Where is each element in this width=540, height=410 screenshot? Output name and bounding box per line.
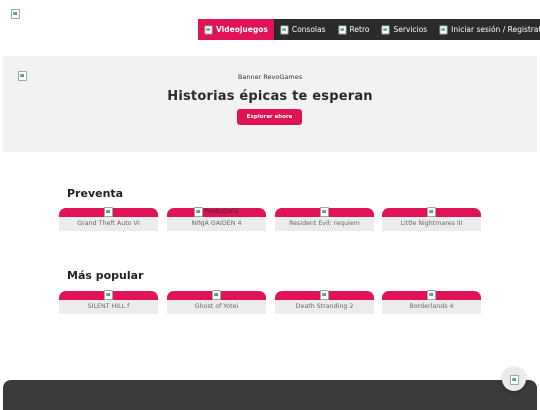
product-image: Producto02 bbox=[167, 207, 266, 217]
product-name: Death Stranding 2 bbox=[275, 300, 374, 314]
product-card[interactable]: SILENT HILL f bbox=[59, 290, 158, 314]
product-image bbox=[382, 290, 481, 300]
section-title-preventa: Preventa bbox=[67, 187, 124, 200]
broken-image-icon bbox=[381, 25, 391, 35]
broken-image-icon bbox=[212, 290, 221, 300]
broken-image-icon bbox=[104, 290, 113, 300]
product-image bbox=[275, 290, 374, 300]
product-card[interactable]: Borderlands 4 bbox=[382, 290, 481, 314]
broken-image-icon bbox=[320, 290, 329, 300]
broken-image-icon bbox=[427, 290, 436, 300]
product-card[interactable]: Resident Evil: requiem bbox=[275, 207, 374, 231]
product-name: Grand Theft Auto VI bbox=[59, 217, 158, 231]
product-card[interactable]: Little Nightmares III bbox=[382, 207, 481, 231]
main-nav: Videojuegos Consolas Retro Servicios Ini… bbox=[198, 19, 540, 40]
nav-item-label: Iniciar sesión / Registrate bbox=[451, 25, 540, 34]
product-name: Little Nightmares III bbox=[382, 217, 481, 231]
nav-item-retro[interactable]: Retro bbox=[332, 19, 376, 40]
product-name: Borderlands 4 bbox=[382, 300, 481, 314]
nav-item-servicios[interactable]: Servicios bbox=[375, 19, 433, 40]
hero-image-alt: Banner RevoGames bbox=[237, 73, 303, 81]
product-image bbox=[167, 290, 266, 300]
product-image-alt: Producto02 bbox=[204, 208, 239, 215]
product-image bbox=[59, 207, 158, 217]
product-image bbox=[275, 207, 374, 217]
product-card[interactable]: Ghost of Yotei bbox=[167, 290, 266, 314]
product-image bbox=[382, 207, 481, 217]
explore-button[interactable]: Explorar ahora bbox=[237, 109, 302, 125]
nav-item-consolas[interactable]: Consolas bbox=[274, 19, 332, 40]
product-name: Ghost of Yotei bbox=[167, 300, 266, 314]
nav-item-label: Videojuegos bbox=[216, 25, 268, 34]
broken-image-icon bbox=[204, 25, 213, 35]
footer bbox=[3, 380, 537, 410]
broken-image-icon bbox=[427, 207, 436, 217]
broken-image-icon bbox=[337, 25, 347, 35]
hero-banner: Banner RevoGames Historias épicas te esp… bbox=[3, 56, 537, 152]
broken-image-icon bbox=[104, 207, 113, 217]
nav-item-videojuegos[interactable]: Videojuegos bbox=[198, 19, 274, 40]
broken-image-icon bbox=[439, 25, 448, 35]
product-name: Resident Evil: requiem bbox=[275, 217, 374, 231]
broken-image-icon bbox=[509, 374, 519, 385]
product-name: NINJA GAIDEN 4 bbox=[167, 217, 266, 231]
broken-image-icon bbox=[320, 207, 329, 217]
product-card[interactable]: Producto02 NINJA GAIDEN 4 bbox=[167, 207, 266, 231]
nav-item-login[interactable]: Iniciar sesión / Registrate bbox=[433, 19, 540, 40]
product-image bbox=[59, 290, 158, 300]
floating-action-button[interactable] bbox=[502, 367, 526, 391]
nav-item-label: Retro bbox=[349, 25, 370, 34]
product-card[interactable]: Grand Theft Auto VI bbox=[59, 207, 158, 231]
hero-title: Historias épicas te esperan bbox=[167, 89, 373, 104]
product-card[interactable]: Death Stranding 2 bbox=[275, 290, 374, 314]
nav-item-label: Servicios bbox=[393, 25, 428, 34]
broken-image-icon bbox=[194, 207, 204, 217]
product-name: SILENT HILL f bbox=[59, 300, 158, 314]
section-title-mas-popular: Más popular bbox=[67, 269, 144, 282]
nav-item-label: Consolas bbox=[291, 25, 326, 34]
broken-image-icon bbox=[280, 25, 289, 35]
logo-image[interactable] bbox=[11, 9, 20, 19]
